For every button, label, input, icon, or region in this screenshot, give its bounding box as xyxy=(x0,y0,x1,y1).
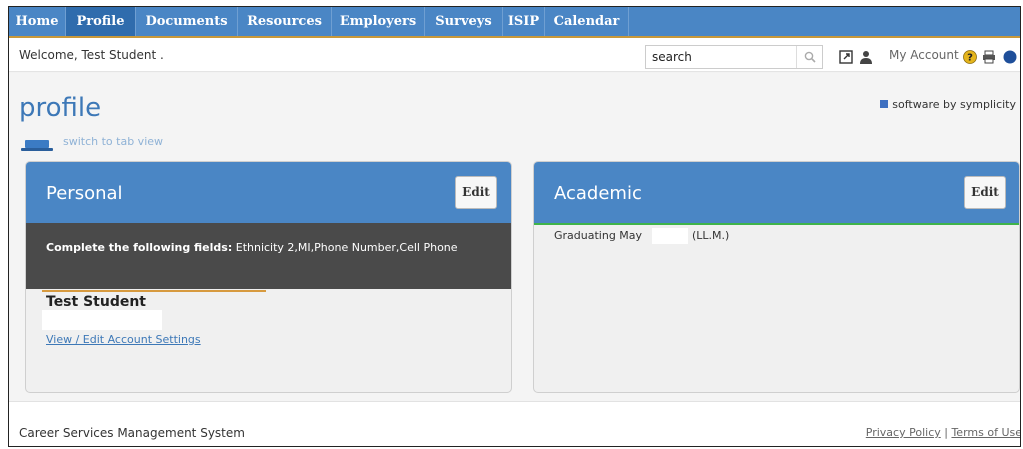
external-link-icon[interactable] xyxy=(839,49,853,64)
nav-calendar[interactable]: Calendar xyxy=(545,7,629,36)
header-bar: Welcome, Test Student . My Account ? xyxy=(9,38,1020,72)
privacy-policy-link[interactable]: Privacy Policy xyxy=(866,426,941,439)
missing-fields-notice: Complete the following fields: Ethnicity… xyxy=(26,223,511,289)
student-name: Test Student xyxy=(46,294,147,310)
redacted-field xyxy=(42,310,162,330)
academic-edit-button[interactable]: Edit xyxy=(964,176,1006,209)
user-icon[interactable] xyxy=(859,49,873,64)
notice-heading: Complete the following fields: xyxy=(46,241,233,254)
brand-square-icon xyxy=(880,100,889,108)
info-icon[interactable] xyxy=(1003,49,1017,64)
personal-title: Personal xyxy=(46,183,123,204)
top-nav: Home Profile Documents Resources Employe… xyxy=(9,7,1020,38)
my-account-link[interactable]: My Account xyxy=(889,48,959,62)
footer: Career Services Management System Privac… xyxy=(9,401,1020,446)
nav-home[interactable]: Home xyxy=(9,7,66,36)
academic-card: Academic Edit Graduating May (LL.M.) xyxy=(533,161,1020,393)
terms-of-use-link[interactable]: Terms of Use xyxy=(951,426,1020,439)
nav-employers[interactable]: Employers xyxy=(332,7,425,36)
search-icon[interactable] xyxy=(796,46,822,68)
app-frame: Home Profile Documents Resources Employe… xyxy=(8,6,1021,447)
graduating-label: Graduating May xyxy=(554,229,643,242)
green-divider xyxy=(534,223,1019,225)
footer-links: Privacy Policy | Terms of Use xyxy=(866,426,1020,439)
switch-view-label: switch to tab view xyxy=(63,135,164,148)
footer-system-name: Career Services Management System xyxy=(19,426,245,440)
degree-label: (LL.M.) xyxy=(692,229,730,242)
print-icon[interactable] xyxy=(982,49,996,64)
notice-fields: Ethnicity 2,MI,Phone Number,Cell Phone xyxy=(232,241,458,254)
help-icon[interactable]: ? xyxy=(963,49,977,64)
laptop-icon xyxy=(21,136,53,151)
nav-documents[interactable]: Documents xyxy=(136,7,238,36)
academic-title: Academic xyxy=(554,183,642,204)
account-settings-link[interactable]: View / Edit Account Settings xyxy=(46,333,201,346)
nav-profile[interactable]: Profile xyxy=(66,7,136,36)
academic-card-header: Academic Edit xyxy=(534,162,1019,223)
orange-divider xyxy=(42,290,266,292)
nav-resources[interactable]: Resources xyxy=(238,7,332,36)
page-title: profile xyxy=(19,93,102,123)
personal-edit-button[interactable]: Edit xyxy=(455,176,497,209)
brand-credit[interactable]: software by symplicity xyxy=(880,98,1016,111)
search-box xyxy=(645,45,823,69)
personal-card-header: Personal Edit xyxy=(26,162,511,223)
brand-text: software by symplicity xyxy=(892,98,1016,111)
welcome-text: Welcome, Test Student . xyxy=(19,48,164,62)
footer-separator: | xyxy=(940,426,952,439)
nav-isip[interactable]: ISIP xyxy=(503,7,545,36)
redacted-year xyxy=(652,228,688,244)
search-input[interactable] xyxy=(646,46,786,68)
svg-text:?: ? xyxy=(967,53,973,64)
personal-card: Personal Edit Complete the following fie… xyxy=(25,161,512,393)
nav-surveys[interactable]: Surveys xyxy=(425,7,503,36)
